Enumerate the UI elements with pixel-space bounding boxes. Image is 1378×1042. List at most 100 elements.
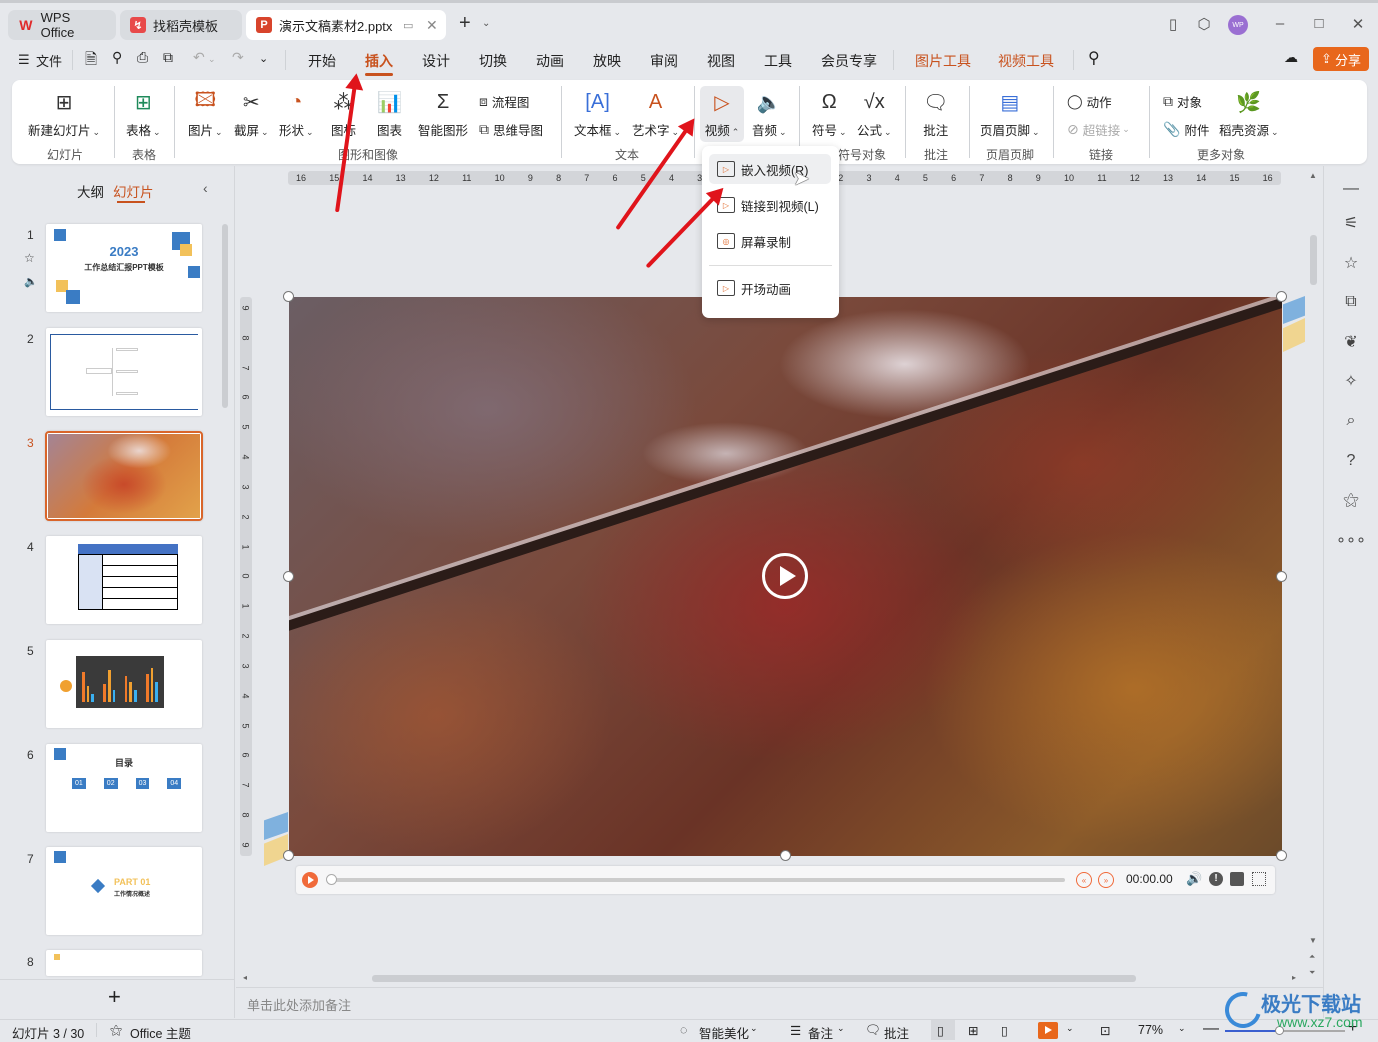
info-icon[interactable]: !: [1209, 872, 1223, 886]
comment-button[interactable]: 批注: [884, 1023, 909, 1042]
panel-scrollbar[interactable]: [222, 224, 228, 408]
collapse-sidebar-icon[interactable]: —: [1340, 178, 1362, 200]
undo-icon[interactable]: ↶: [193, 49, 205, 66]
menu-tools[interactable]: 工具: [764, 51, 792, 71]
resize-handle-bottom-right[interactable]: [1276, 850, 1287, 861]
play-pause-button[interactable]: [302, 872, 318, 888]
menu-picture-tools[interactable]: 图片工具: [915, 51, 971, 71]
previous-slide-icon[interactable]: ⏶: [1309, 952, 1315, 962]
fit-window-icon[interactable]: ⊡: [1100, 1023, 1110, 1038]
scroll-up-icon[interactable]: ▲: [1309, 171, 1317, 180]
phone-icon[interactable]: ▯: [1163, 15, 1183, 33]
print-preview-icon[interactable]: ⧉: [163, 49, 173, 66]
chevron-down-icon[interactable]: ⌄: [837, 1023, 845, 1034]
print-icon[interactable]: ⎙: [137, 49, 148, 66]
shape-button[interactable]: ◔ 形状 ⌄: [279, 88, 314, 139]
chevron-down-icon[interactable]: ⌄: [1066, 1023, 1074, 1034]
slide-thumbnail-4[interactable]: [46, 536, 202, 624]
redo-icon[interactable]: ↷: [232, 49, 244, 66]
slide-sorter-icon[interactable]: ⊞: [968, 1023, 978, 1038]
chevron-down-icon[interactable]: ⌄: [1178, 1023, 1186, 1034]
chevron-down-icon[interactable]: ⌄: [482, 18, 490, 29]
resize-handle-left[interactable]: [283, 571, 294, 582]
menu-item-embed-video[interactable]: ▷ 嵌入视频(R): [709, 154, 831, 184]
menu-item-screen-record[interactable]: ◎ 屏幕录制: [709, 226, 831, 256]
cube-icon[interactable]: ⬡: [1194, 15, 1214, 33]
properties-sliders-icon[interactable]: ⚟: [1340, 212, 1362, 234]
slide-thumbnail-8[interactable]: [46, 950, 202, 976]
table-button[interactable]: ⊞ 表格 ⌄: [126, 88, 161, 139]
chevron-down-icon[interactable]: ⌄: [750, 1023, 758, 1034]
menu-slideshow[interactable]: 放映: [593, 51, 621, 71]
maximize-icon[interactable]: □: [1309, 15, 1329, 32]
seek-bar[interactable]: [326, 874, 1065, 885]
minimize-icon[interactable]: –: [1270, 15, 1290, 32]
zoom-out-button[interactable]: —: [1203, 1020, 1219, 1038]
object-button[interactable]: ⧉ 对象: [1163, 92, 1202, 111]
link-icon[interactable]: ⚲: [112, 49, 122, 66]
help-icon[interactable]: ?: [1340, 450, 1362, 472]
video-button[interactable]: ▷ 视频 ⌃: [700, 86, 744, 142]
cloud-chat-icon[interactable]: ☁: [1284, 49, 1298, 66]
vertical-ruler[interactable]: 9 8 7 6 5 4 3 2 1 0 1 2 3 4 5 6 7 8 9: [240, 297, 252, 856]
attachment-button[interactable]: 📎 附件: [1163, 120, 1209, 139]
menu-membership[interactable]: 会员专享: [821, 51, 877, 71]
resize-handle-right[interactable]: [1276, 571, 1287, 582]
header-footer-button[interactable]: ▤ 页眉页脚 ⌄: [980, 88, 1040, 139]
new-slide-button[interactable]: ⊞ 新建幻灯片 ⌄: [28, 88, 100, 139]
smartart-button[interactable]: Σ 智能图形: [418, 88, 468, 139]
avatar[interactable]: WP: [1228, 15, 1248, 35]
more-icon[interactable]: ∘∘∘: [1336, 529, 1366, 551]
volume-icon[interactable]: 🔊: [1186, 871, 1202, 887]
hamburger-icon[interactable]: ☰: [18, 52, 30, 68]
menu-review[interactable]: 审阅: [650, 51, 678, 71]
slide-thumbnail-7[interactable]: PART 01 工作情况概述: [46, 847, 202, 935]
reading-view-icon[interactable]: ▯: [1001, 1023, 1008, 1038]
seek-thumb[interactable]: [326, 874, 337, 885]
tab-wps-office[interactable]: W WPS Office: [8, 10, 116, 40]
chart-button[interactable]: 📊 图表: [377, 88, 402, 139]
cover-image-icon[interactable]: [1230, 872, 1244, 886]
symbol-button[interactable]: Ω 符号 ⌄: [812, 88, 847, 139]
theme-name[interactable]: Office 主题: [130, 1023, 191, 1042]
more-quick-access-icon[interactable]: ⌄: [259, 52, 268, 65]
play-video-button[interactable]: [762, 553, 808, 599]
fast-forward-button[interactable]: »: [1098, 872, 1114, 888]
flowchart-button[interactable]: ⧈ 流程图: [479, 92, 529, 111]
menu-video-tools[interactable]: 视频工具: [998, 51, 1054, 71]
tab-slides[interactable]: 幻灯片: [113, 181, 154, 201]
notes-input[interactable]: 单击此处添加备注: [247, 995, 351, 1014]
picture-button[interactable]: 🖾 图片 ⌄: [188, 88, 223, 139]
menu-insert[interactable]: 插入: [365, 51, 393, 76]
book-search-icon[interactable]: ⌕: [1340, 410, 1362, 432]
resize-handle-bottom-left[interactable]: [283, 850, 294, 861]
wordart-button[interactable]: A 艺术字 ⌄: [632, 88, 679, 139]
tab-docer-templates[interactable]: ↯ 找稻壳模板: [120, 10, 242, 40]
textbox-button[interactable]: [A] 文本框 ⌄: [574, 88, 621, 139]
new-tab-button[interactable]: +: [459, 12, 471, 35]
tab-presentation[interactable]: P 演示文稿素材2.pptx ▭ ✕: [246, 10, 446, 40]
horizontal-scrollbar-thumb[interactable]: [372, 975, 1136, 982]
transition-icon[interactable]: ⧉: [1340, 291, 1362, 313]
tab-outline[interactable]: 大纲: [77, 181, 104, 201]
share-button[interactable]: ⇪ 分享: [1313, 47, 1369, 71]
scroll-left-icon[interactable]: ◂: [243, 973, 247, 982]
menu-start[interactable]: 开始: [308, 51, 336, 71]
settings-grid-icon[interactable]: [1252, 872, 1266, 886]
audio-button[interactable]: 🔈 音频 ⌄: [752, 88, 787, 139]
menu-transition[interactable]: 切换: [479, 51, 507, 71]
scroll-right-icon[interactable]: ▸: [1292, 973, 1296, 982]
close-window-icon[interactable]: ✕: [1348, 15, 1368, 33]
smart-beautify-button[interactable]: 智能美化: [699, 1023, 749, 1042]
slideshow-button[interactable]: [1038, 1022, 1058, 1039]
monitor-icon[interactable]: ▭: [403, 19, 413, 32]
menu-design[interactable]: 设计: [422, 51, 450, 71]
slide-thumbnail-2[interactable]: [46, 328, 202, 416]
animation-star-icon[interactable]: ☆: [1340, 252, 1362, 274]
magic-wand-icon[interactable]: ✧: [1340, 370, 1362, 392]
search-icon[interactable]: ⚲: [1088, 48, 1100, 68]
menu-item-opening-animation[interactable]: ▷ 开场动画: [709, 273, 831, 303]
scroll-down-icon[interactable]: ▼: [1309, 936, 1317, 945]
docer-resources-button[interactable]: 🌿 稻壳资源 ⌄: [1219, 88, 1279, 139]
slide-thumbnail-3-selected[interactable]: [45, 431, 203, 521]
